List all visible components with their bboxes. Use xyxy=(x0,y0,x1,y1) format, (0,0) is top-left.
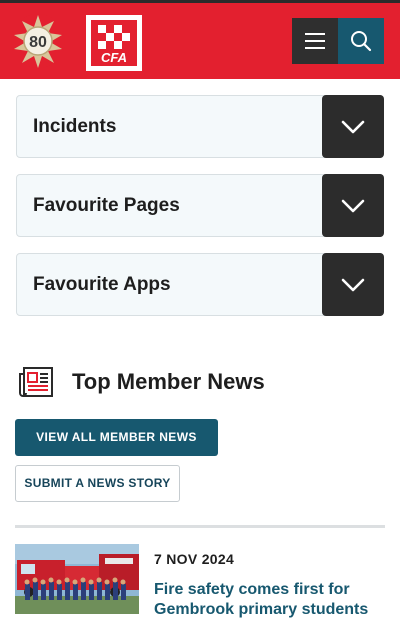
cfa-80-years-badge[interactable]: 80 xyxy=(10,13,66,69)
menu-button[interactable] xyxy=(292,18,338,64)
accordion-toggle-button[interactable] xyxy=(322,95,384,158)
search-button[interactable] xyxy=(338,18,384,64)
view-all-member-news-button[interactable]: VIEW ALL MEMBER NEWS xyxy=(15,419,218,456)
cfa-logo[interactable]: CFA xyxy=(86,15,142,71)
news-thumbnail[interactable] xyxy=(15,544,139,614)
divider xyxy=(15,525,385,528)
accordion-label: Favourite Pages xyxy=(33,195,180,216)
chevron-down-icon xyxy=(341,278,365,291)
chevron-down-icon xyxy=(341,120,365,133)
accordion-label: Favourite Apps xyxy=(33,274,171,295)
accordion-incidents[interactable]: Incidents xyxy=(16,95,384,158)
menu-icon xyxy=(305,33,325,49)
accordion-favourite-apps[interactable]: Favourite Apps xyxy=(16,253,384,316)
logo-text: CFA xyxy=(101,50,127,65)
accordion-favourite-pages[interactable]: Favourite Pages xyxy=(16,174,384,237)
site-header: 80 CFA xyxy=(0,3,400,79)
badge-text: 80 xyxy=(29,34,47,51)
section-title: Top Member News xyxy=(72,369,265,394)
search-icon xyxy=(351,31,372,52)
accordion-label: Incidents xyxy=(33,116,117,137)
news-date: 7 NOV 2024 xyxy=(154,551,235,567)
chevron-down-icon xyxy=(341,199,365,212)
newspaper-icon xyxy=(19,367,53,397)
accordion-toggle-button[interactable] xyxy=(322,174,384,237)
accordion-toggle-button[interactable] xyxy=(322,253,384,316)
submit-news-story-button[interactable]: SUBMIT A NEWS STORY xyxy=(15,465,180,502)
news-title-link[interactable]: Fire safety comes first for Gembrook pri… xyxy=(154,580,384,620)
